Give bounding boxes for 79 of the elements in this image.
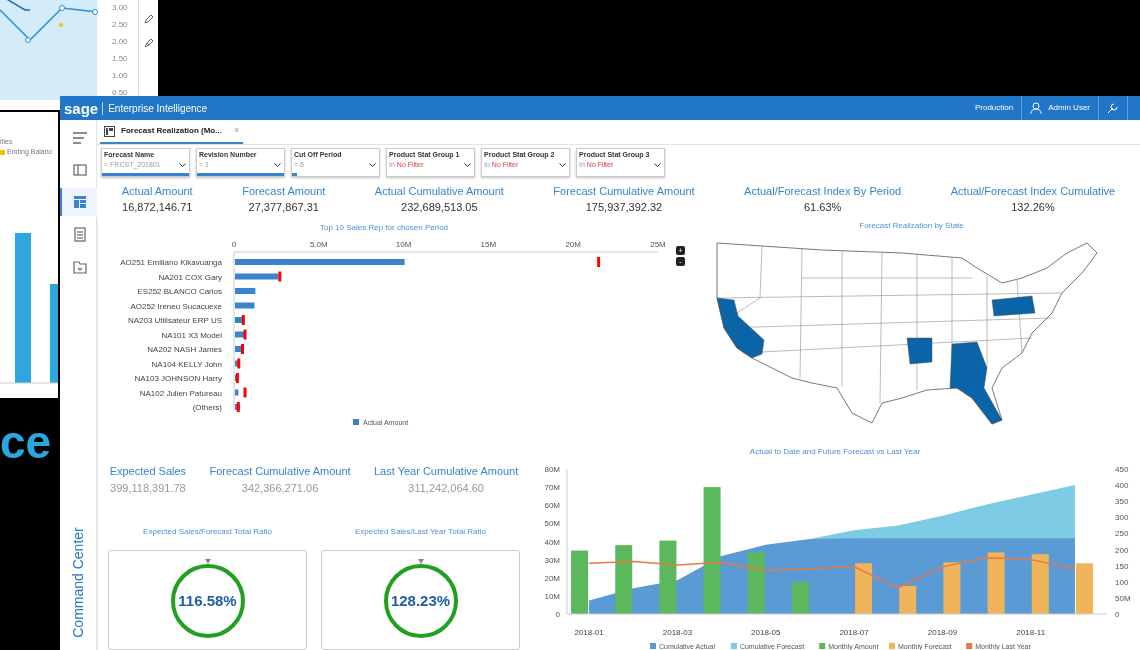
axis-tick-label: 30M [544, 555, 560, 565]
axis-tick-label: 2018-11 [1016, 628, 1046, 637]
axis-tick-label: 100 [1115, 577, 1129, 587]
axis-category-label: AO252 Ireneu Sucacuexe [130, 301, 222, 311]
axis-category-label: ES252 BLANCO Carlos [137, 287, 222, 296]
axis-tick-label: 5.0M [309, 240, 328, 249]
axis-tick-label: 0 [555, 610, 560, 619]
chart-title: Actual to Date and Future Forecast vs Last Year [749, 447, 921, 456]
kpi-value: 342,366,271.06 [241, 480, 319, 496]
kpi-label: Forecast Cumulative Amount [553, 183, 695, 199]
kpi-label: Actual/Forecast Index By Period [744, 183, 902, 199]
axis-category-label: NA102 Julien Patureau [139, 388, 222, 398]
axis-tick-label: 200 [1115, 545, 1129, 555]
gauge-title: Expected Sales/Last Year Total Ratio [354, 526, 487, 538]
axis-tick-label: 1.00 [112, 71, 129, 80]
axis-tick-label: 10M [544, 591, 560, 601]
axis-tick-label: 20M [565, 240, 581, 249]
axis-tick-label: 50M [1115, 593, 1131, 603]
axis-tick-label: 2018-07 [839, 628, 869, 637]
axis-category-label: NA201 COX Gary [158, 272, 222, 282]
axis-tick-label: 400 [1115, 481, 1129, 491]
axis-category-label: NA101 X3 Model [161, 330, 222, 340]
axis-category-label: NA203 Utilisateur ERP US [127, 316, 222, 325]
axis-tick-label: 80M [544, 465, 560, 474]
axis-category-label: NA103 JOHNSON Harry [134, 374, 222, 383]
gauge-value: 116.58% [178, 590, 237, 611]
axis-tick-label: 2.50 [112, 20, 129, 29]
axis-tick-label: 2018-01 [574, 628, 604, 637]
kpi-value: 311,242,064.60 [408, 480, 484, 496]
chart-title: Top 10 Sales Rep for chosen Period [319, 223, 449, 232]
axis-tick-label: 10M [395, 240, 412, 249]
axis-tick-label: 70M [544, 483, 560, 493]
tab-label: Forecast Realization (Mo... [121, 125, 222, 137]
kpi-value: 232,689,513.05 [401, 200, 478, 215]
axis-tick-label: 2018-05 [751, 628, 781, 637]
axis-tick-label: 250 [1115, 529, 1129, 539]
axis-tick-label: 450 [1115, 465, 1129, 474]
axis-tick-label: 2018-09 [927, 628, 958, 637]
kpi-label: Actual Cumulative Amount [374, 183, 504, 199]
axis-tick-label: 0.50 [112, 88, 129, 97]
axis-category-label: NA104 KELLY John [151, 359, 222, 369]
axis-tick-label: 1.50 [112, 54, 129, 63]
axis-tick-label: 40M [544, 537, 560, 547]
kpi-label: Forecast Cumulative Amount [209, 464, 351, 479]
kpi-label: Last Year Cumulative Amount [374, 464, 519, 479]
environment-label: Production [973, 102, 1015, 114]
axis-tick-label: 2.00 [112, 37, 129, 46]
axis-category-label: (Others) [192, 403, 222, 412]
chart-title: Forecast Realization by State [859, 220, 964, 232]
axis-category-label: NA202 NASH James [147, 345, 222, 354]
kpi-value: 16,872,146.71 [122, 200, 193, 215]
kpi-label: Actual/Forecast Index Cumulative [950, 183, 1116, 199]
gauge-title: Expected Sales/Forecast Total Ratio [143, 526, 272, 538]
side-label: Command Center [68, 527, 87, 638]
axis-tick-label: 300 [1115, 513, 1129, 523]
axis-tick-label: 15M [480, 240, 497, 249]
kpi-value: 175,937,392.32 [585, 200, 663, 215]
gauge-value: 128.23% [390, 590, 451, 611]
kpi-label: Actual Amount [121, 183, 193, 199]
axis-tick-label: 2018-03 [662, 628, 693, 637]
kpi-label: Forecast Amount [242, 183, 326, 199]
axis-tick-label: 20M [544, 573, 560, 583]
kpi-value: 399,118,391.78 [110, 480, 186, 496]
kpi-label: Expected Sales [109, 464, 187, 479]
axis-category-label: AO251 Emiliano Kikavuanga [120, 258, 222, 267]
axis-tick-label: 350 [1115, 497, 1129, 507]
axis-tick-label: 60M [544, 501, 560, 511]
axis-tick-label: 50M [544, 519, 560, 529]
axis-tick-label: 0 [231, 240, 237, 249]
app-title: Enterprise Intelligence [107, 101, 208, 116]
axis-tick-label: 150 [1115, 561, 1129, 571]
kpi-value: 132.26% [1011, 200, 1055, 215]
headline-text: ce [0, 419, 52, 465]
kpi-value: 27,377,867.31 [248, 200, 319, 215]
axis-tick-label: 0 [1115, 610, 1120, 619]
brand-logo: sage [63, 100, 100, 116]
kpi-value: 61.63% [804, 200, 842, 215]
axis-tick-label: 25M [650, 240, 666, 249]
axis-tick-label: 3.00 [112, 3, 129, 12]
